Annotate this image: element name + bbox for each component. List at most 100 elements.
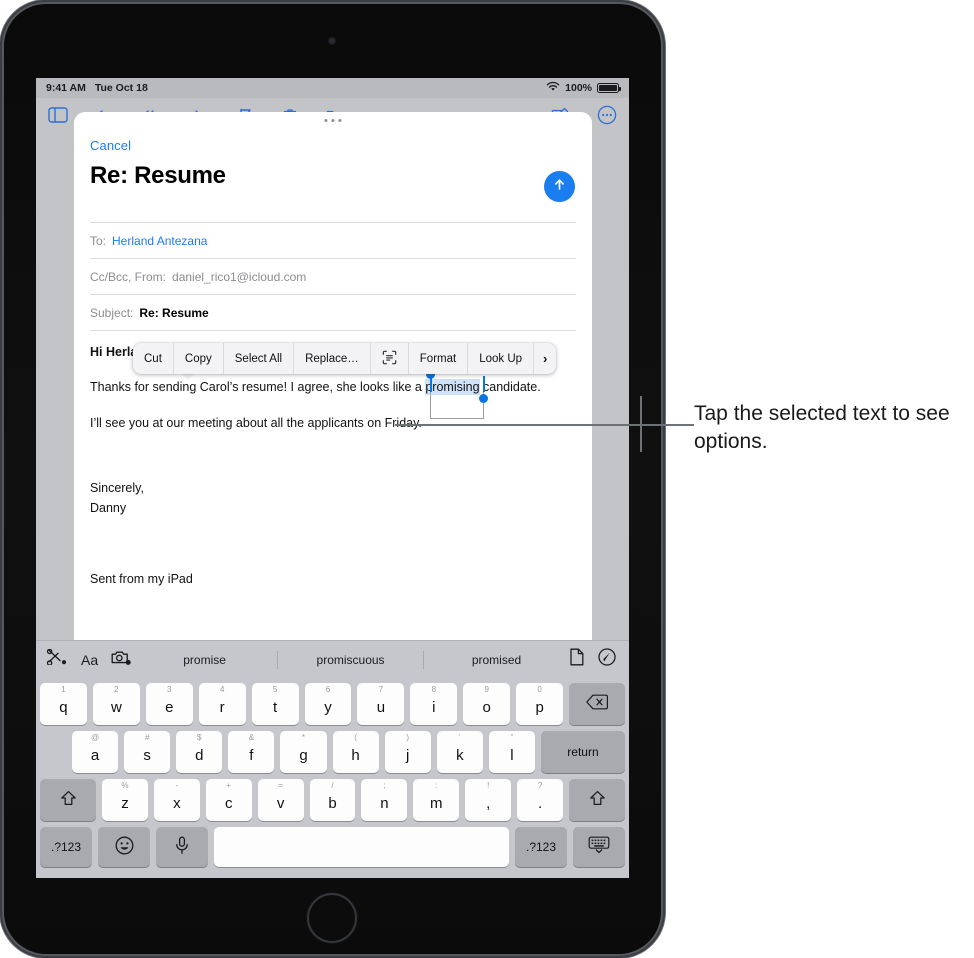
selection-handle-end[interactable] <box>479 394 488 404</box>
context-menu-item-scan-text[interactable] <box>371 343 409 374</box>
key-v-label: v <box>276 795 285 812</box>
key-m[interactable]: :m <box>413 779 460 821</box>
key-numbers-right[interactable]: .?123 <box>515 827 567 867</box>
camera-icon[interactable] <box>111 649 132 671</box>
battery-icon <box>597 83 621 93</box>
sheet-grabber-handle[interactable] <box>324 119 342 123</box>
subject-value[interactable]: Re: Resume <box>139 306 208 320</box>
context-menu-item-format[interactable]: Format <box>409 343 469 374</box>
key-hide-keyboard[interactable] <box>573 827 625 867</box>
keyboard-row-1: 1q 2w 3e 4r 5t 6y 7u 8i 9o 0p <box>40 683 626 725</box>
key-j[interactable]: ) j <box>384 731 431 773</box>
cc-bcc-from-field[interactable]: Cc/Bcc, From: daniel_rico1@icloud.com <box>90 258 576 294</box>
text-format-aa-icon[interactable]: Aa <box>81 652 98 668</box>
key-z[interactable]: % z <box>102 779 148 821</box>
key-b[interactable]: / b <box>309 779 356 821</box>
key-h[interactable]: (h <box>332 731 379 773</box>
key-l[interactable]: ” l <box>488 731 535 773</box>
key-g[interactable]: * g <box>280 731 327 773</box>
emoji-icon <box>115 836 134 859</box>
key-comma-exclaim[interactable]: !, <box>465 779 512 821</box>
key-v[interactable]: = v <box>257 779 304 821</box>
key-backspace[interactable] <box>569 683 626 725</box>
key-k[interactable]: ’ k <box>436 731 483 773</box>
key-j-secondary: ) <box>406 733 410 742</box>
body-paragraph-1[interactable]: Thanks for sending Carol’s resume! I agr… <box>90 370 576 420</box>
sidebar-icon[interactable] <box>48 107 68 123</box>
key-i[interactable]: 8i <box>410 683 458 725</box>
to-recipient[interactable]: Herland Antezana <box>112 234 207 248</box>
key-o[interactable]: 9o <box>463 683 511 725</box>
suggestion-1[interactable]: promise <box>132 650 279 669</box>
suggestion-2[interactable]: promiscuous <box>278 650 425 669</box>
key-w[interactable]: 2w <box>92 683 140 725</box>
selected-text[interactable]: promising <box>425 379 480 396</box>
key-e-label: e <box>165 699 174 716</box>
key-k-secondary: ’ <box>458 733 461 742</box>
microphone-icon <box>175 836 189 859</box>
key-space[interactable] <box>214 827 509 867</box>
key-t[interactable]: 5t <box>251 683 299 725</box>
callout-label: Tap the selected text to see options. <box>694 402 950 453</box>
key-period-question[interactable]: ?. <box>517 779 564 821</box>
screenshot-root: 9:41 AM Tue Oct 18 100% Cancel Re: Resum… <box>0 0 974 958</box>
key-x[interactable]: -x <box>153 779 200 821</box>
document-icon[interactable] <box>569 648 585 671</box>
context-menu-next-page-chevron-right-icon[interactable]: › <box>534 343 556 374</box>
key-k-label: k <box>456 747 464 764</box>
key-w-secondary: 2 <box>114 685 119 694</box>
context-menu-item-select-all[interactable]: Select All <box>224 343 295 374</box>
status-bar: 9:41 AM Tue Oct 18 100% <box>36 78 629 98</box>
key-return[interactable]: return <box>540 731 625 773</box>
more-icon[interactable] <box>597 105 617 125</box>
context-menu-tail <box>181 373 195 380</box>
key-dictation[interactable] <box>156 827 208 867</box>
key-a[interactable]: @ a <box>72 731 119 773</box>
shift-icon <box>60 790 77 811</box>
key-c[interactable]: + c <box>205 779 252 821</box>
key-e[interactable]: 3e <box>145 683 193 725</box>
subject-field[interactable]: Subject: Re: Resume <box>90 294 576 330</box>
key-d[interactable]: $ d <box>176 731 223 773</box>
key-shift-right[interactable] <box>569 779 626 821</box>
key-q-secondary: 1 <box>61 685 66 694</box>
key-u[interactable]: 7u <box>357 683 405 725</box>
key-v-secondary: = <box>278 781 283 790</box>
callout-leader-horizontal <box>640 424 694 426</box>
key-y[interactable]: 6y <box>304 683 352 725</box>
key-x-secondary: - <box>175 781 179 790</box>
key-e-secondary: 3 <box>167 685 172 694</box>
send-button[interactable] <box>544 171 575 202</box>
key-p[interactable]: 0p <box>516 683 564 725</box>
from-address[interactable]: daniel_rico1@icloud.com <box>172 270 306 284</box>
context-menu-item-replace[interactable]: Replace… <box>294 343 371 374</box>
key-s[interactable]: # s <box>124 731 171 773</box>
key-n[interactable]: ; n <box>361 779 408 821</box>
backspace-icon <box>586 694 609 714</box>
body-sent-from: Sent from my iPad <box>90 571 193 586</box>
key-q[interactable]: 1q <box>40 683 87 725</box>
key-numbers-left[interactable]: .?123 <box>40 827 92 867</box>
cancel-button[interactable]: Cancel <box>90 138 131 153</box>
key-u-secondary: 7 <box>378 685 384 694</box>
key-o-secondary: 9 <box>484 685 489 694</box>
key-b-label: b <box>328 795 337 812</box>
key-f-secondary: & <box>248 733 255 742</box>
key-a-label: a <box>90 747 100 764</box>
context-menu-item-look-up[interactable]: Look Up <box>468 343 535 374</box>
context-menu-item-copy[interactable]: Copy <box>174 343 224 374</box>
key-r[interactable]: 4r <box>198 683 246 725</box>
wifi-icon <box>546 81 560 95</box>
key-shift-left[interactable] <box>40 779 96 821</box>
to-field[interactable]: To: Herland Antezana <box>90 222 576 258</box>
context-menu-item-cut[interactable]: Cut <box>133 343 174 374</box>
markup-pen-icon[interactable] <box>598 648 616 671</box>
body-signoff: Sincerely, <box>90 481 144 496</box>
body-signature: Danny <box>90 500 127 515</box>
key-emoji[interactable] <box>98 827 150 867</box>
scissors-icon[interactable] <box>46 648 68 670</box>
home-button[interactable] <box>307 893 357 943</box>
key-i-label: i <box>432 699 436 716</box>
suggestion-3[interactable]: promised <box>424 651 569 669</box>
key-f[interactable]: & f <box>228 731 275 773</box>
